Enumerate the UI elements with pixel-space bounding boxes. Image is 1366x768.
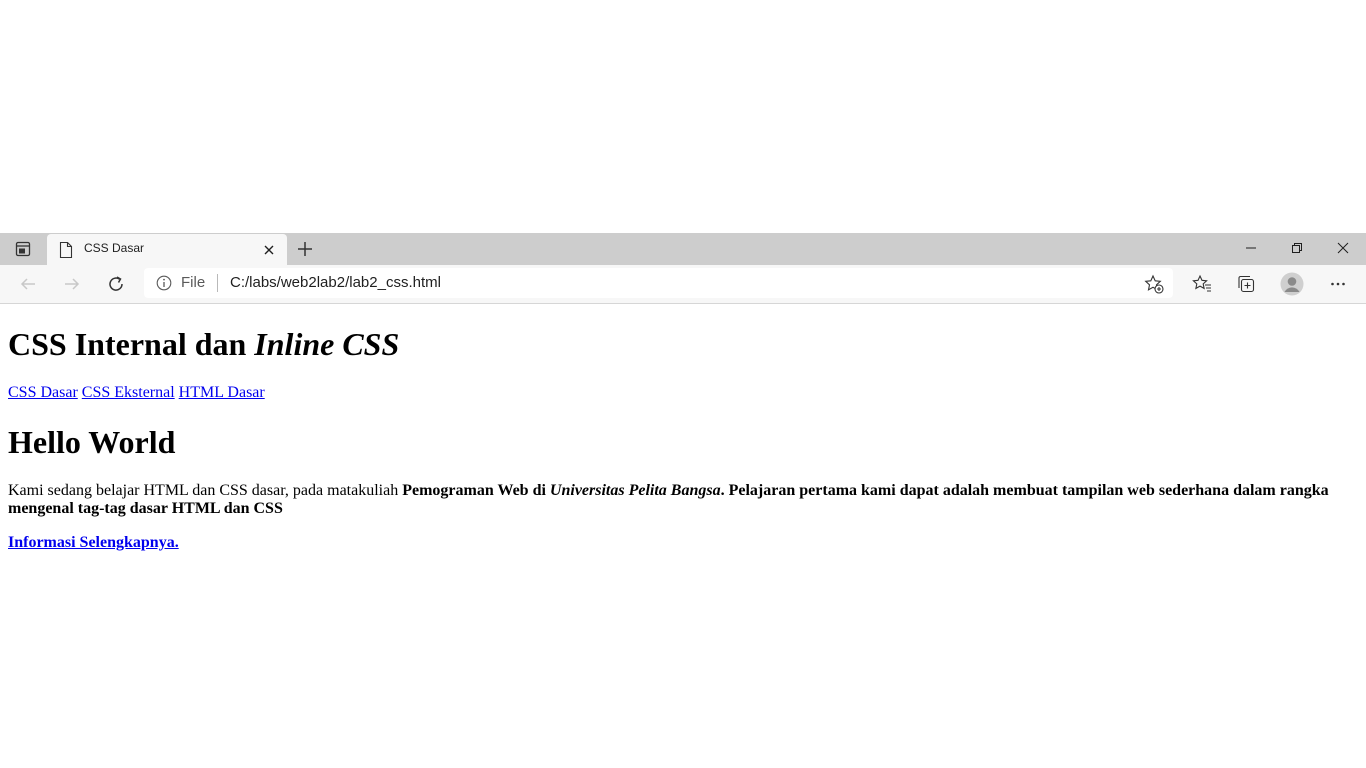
new-tab-button[interactable]: [293, 237, 317, 261]
nav-link-css-dasar[interactable]: CSS Dasar: [8, 384, 78, 401]
info-icon[interactable]: [156, 275, 172, 291]
refresh-icon: [109, 276, 123, 291]
collections-icon: [1238, 275, 1255, 293]
nav-link-html-dasar[interactable]: HTML Dasar: [179, 384, 265, 401]
minimize-button[interactable]: [1228, 233, 1274, 263]
profile-button[interactable]: [1277, 269, 1307, 299]
window-close-button[interactable]: [1320, 233, 1366, 263]
address-bar[interactable]: File C:/labs/web2lab2/lab2_css.html: [144, 268, 1173, 298]
collections-button[interactable]: [1231, 269, 1261, 299]
tab-bar: CSS Dasar: [0, 233, 1366, 265]
page-title: CSS Internal dan Inline CSS: [8, 326, 399, 363]
nav-links: CSS Dasar CSS Eksternal HTML Dasar: [8, 384, 265, 402]
omnibox-divider: [217, 274, 218, 292]
nav-link-css-eksternal[interactable]: CSS Eksternal: [82, 384, 175, 401]
university-name: Universitas Pelita Bangsa: [549, 482, 721, 499]
back-arrow-icon: [20, 278, 35, 290]
browser-window: CSS Dasar File C:/labs/web2lab2/lab2_css…: [0, 233, 1366, 768]
window-close-icon: [1337, 242, 1349, 254]
close-icon: [264, 245, 274, 255]
plus-icon: [298, 242, 312, 256]
refresh-button[interactable]: [101, 269, 131, 299]
favorites-button[interactable]: [1187, 269, 1217, 299]
more-info-link[interactable]: Informasi Selengkapnya.: [8, 534, 179, 552]
minimize-icon: [1246, 247, 1256, 249]
tab-css-dasar[interactable]: CSS Dasar: [47, 234, 287, 265]
more-menu-button[interactable]: [1323, 269, 1353, 299]
page-title-plain: CSS Internal dan: [8, 326, 255, 362]
page-title-italic: Inline CSS: [254, 326, 400, 362]
url-scheme-label: File: [181, 274, 206, 291]
tab-title: CSS Dasar: [84, 241, 145, 255]
restore-icon: [1292, 243, 1302, 253]
intro-text: Kami sedang belajar HTML dan CSS dasar, …: [8, 482, 403, 499]
tab-actions-button[interactable]: [0, 233, 46, 265]
back-button[interactable]: [13, 269, 43, 299]
tab-close-button[interactable]: [259, 240, 279, 260]
add-favorite-icon[interactable]: [1144, 274, 1164, 294]
favorites-icon: [1192, 274, 1211, 292]
avatar-icon: [1280, 272, 1304, 296]
restore-button[interactable]: [1274, 233, 1320, 263]
tab-actions-icon: [15, 241, 31, 257]
ellipsis-icon: [1331, 282, 1345, 286]
url-text[interactable]: C:/labs/web2lab2/lab2_css.html: [230, 274, 441, 291]
page-icon: [59, 242, 73, 258]
section-heading: Hello World: [8, 424, 176, 460]
intro-bold-part-1: Pemograman Web di: [402, 482, 550, 499]
page-content: CSS Internal dan Inline CSS CSS Dasar CS…: [0, 304, 1366, 768]
toolbar: File C:/labs/web2lab2/lab2_css.html: [0, 265, 1366, 304]
forward-button[interactable]: [57, 269, 87, 299]
forward-arrow-icon: [65, 278, 80, 290]
intro-paragraph: Kami sedang belajar HTML dan CSS dasar, …: [8, 482, 1348, 518]
